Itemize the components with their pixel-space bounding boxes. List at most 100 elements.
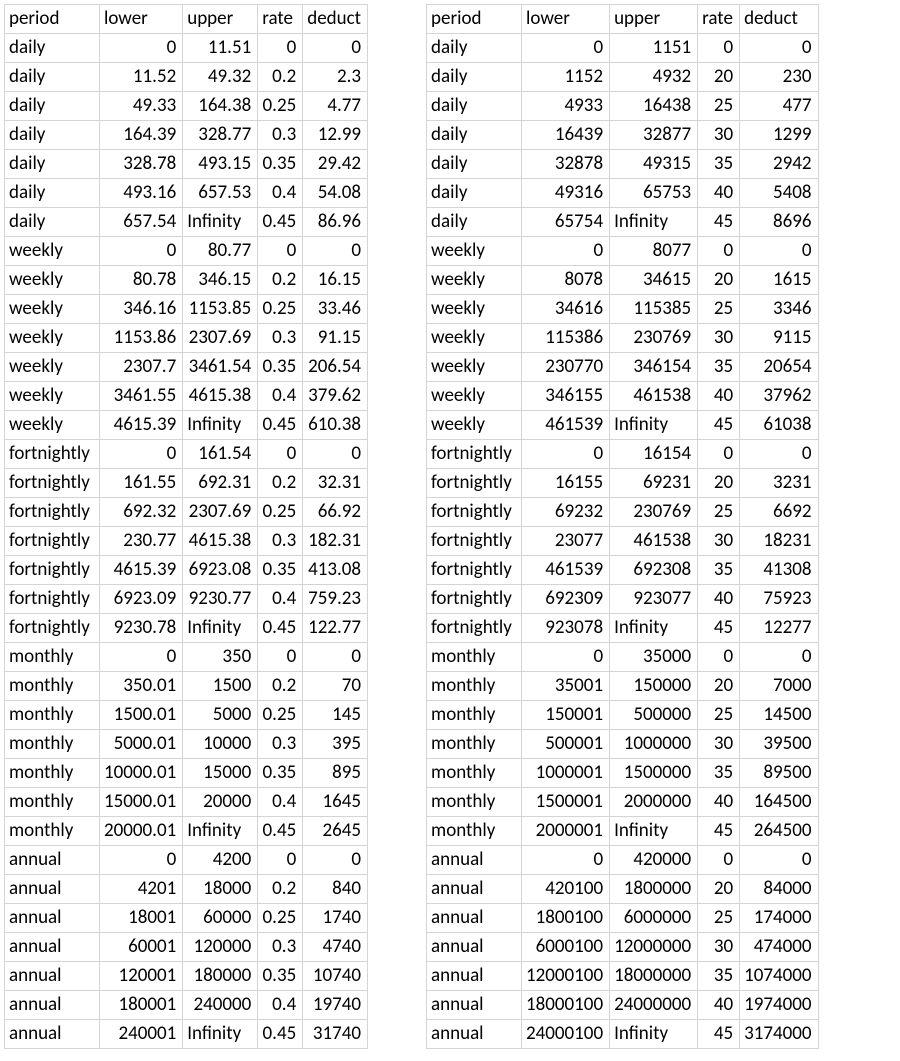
table-row: daily328.78493.150.3529.42	[5, 150, 368, 179]
table-row: monthly10000.01150000.35895	[5, 759, 368, 788]
table-cell: 230769	[610, 498, 698, 527]
table-cell: fortnightly	[427, 440, 522, 469]
table-cell: 328.77	[183, 121, 258, 150]
table-cell: 0.4	[258, 788, 303, 817]
table-row: weekly080.7700	[5, 237, 368, 266]
table-row: monthly035000	[5, 643, 368, 672]
table-cell: 32.31	[303, 469, 368, 498]
table-cell: 0	[303, 34, 368, 63]
table-cell: monthly	[427, 788, 522, 817]
table-cell: 1645	[303, 788, 368, 817]
table-row: fortnightly692.322307.690.2566.92	[5, 498, 368, 527]
table-cell: 35	[698, 556, 740, 585]
table-cell: 461539	[522, 556, 610, 585]
table-cell: daily	[427, 208, 522, 237]
table-cell: 40	[698, 788, 740, 817]
table-cell: monthly	[5, 788, 100, 817]
table-cell: 2000001	[522, 817, 610, 846]
table-cell: 6923.08	[183, 556, 258, 585]
table-cell: annual	[5, 904, 100, 933]
table-cell: 25	[698, 498, 740, 527]
table-cell: fortnightly	[5, 469, 100, 498]
table-cell: 346154	[610, 353, 698, 382]
table-cell: 120001	[100, 962, 183, 991]
table-cell: 14500	[740, 701, 818, 730]
table-cell: 9230.77	[183, 585, 258, 614]
table-cell: 0	[100, 237, 183, 266]
table-cell: 35	[698, 150, 740, 179]
table-cell: daily	[427, 121, 522, 150]
header-cell: lower	[522, 5, 610, 34]
table-cell: 45	[698, 614, 740, 643]
table-cell: fortnightly	[5, 556, 100, 585]
table-cell: 4615.38	[183, 527, 258, 556]
table-cell: 8078	[522, 266, 610, 295]
table-cell: 6000000	[610, 904, 698, 933]
table-cell: 230770	[522, 353, 610, 382]
table-cell: 45	[698, 208, 740, 237]
table-cell: 30	[698, 121, 740, 150]
table-cell: 0	[303, 846, 368, 875]
table-cell: 6000100	[522, 933, 610, 962]
table-cell: 20	[698, 63, 740, 92]
table-row: annual1800100600000025174000	[427, 904, 819, 933]
table-row: monthly1500.0150000.25145	[5, 701, 368, 730]
table-cell: 11.52	[100, 63, 183, 92]
table-cell: 4615.39	[100, 556, 183, 585]
table-cell: 3346	[740, 295, 818, 324]
table-cell: monthly	[5, 817, 100, 846]
table-cell: 4200	[183, 846, 258, 875]
table-cell: 346155	[522, 382, 610, 411]
table-cell: 49316	[522, 179, 610, 208]
table-cell: 0	[100, 440, 183, 469]
table-row: weekly115386230769309115	[427, 324, 819, 353]
table-row: daily1643932877301299	[427, 121, 819, 150]
table-cell: 0	[258, 440, 303, 469]
table-cell: 4.77	[303, 92, 368, 121]
table-cell: 10000	[183, 730, 258, 759]
table-cell: 3174000	[740, 1020, 818, 1049]
table-cell: annual	[5, 875, 100, 904]
table-cell: monthly	[5, 759, 100, 788]
table-cell: 5408	[740, 179, 818, 208]
table-cell: 461538	[610, 382, 698, 411]
table-cell: 230.77	[100, 527, 183, 556]
table-cell: 1074000	[740, 962, 818, 991]
table-cell: 45	[698, 1020, 740, 1049]
table-cell: 40	[698, 382, 740, 411]
table-cell: Infinity	[610, 208, 698, 237]
table-cell: monthly	[427, 730, 522, 759]
table-cell: 1500.01	[100, 701, 183, 730]
table-row: fortnightly6923099230774075923	[427, 585, 819, 614]
table-row: annual4201180000.2840	[5, 875, 368, 904]
table-cell: 0	[698, 237, 740, 266]
table-cell: 18001	[100, 904, 183, 933]
table-cell: 0	[258, 643, 303, 672]
table-cell: 20000.01	[100, 817, 183, 846]
table-cell: monthly	[427, 817, 522, 846]
table-cell: 12.99	[303, 121, 368, 150]
table-cell: 610.38	[303, 411, 368, 440]
table-cell: 33.46	[303, 295, 368, 324]
table-cell: fortnightly	[5, 527, 100, 556]
table-cell: 23077	[522, 527, 610, 556]
table-cell: 0.4	[258, 991, 303, 1020]
table-cell: 12000000	[610, 933, 698, 962]
table-cell: Infinity	[183, 1020, 258, 1049]
table-cell: Infinity	[183, 614, 258, 643]
table-cell: 0	[303, 440, 368, 469]
table-cell: 1152	[522, 63, 610, 92]
table-cell: 0	[258, 846, 303, 875]
table-row: weekly80.78346.150.216.15	[5, 266, 368, 295]
table-cell: 60000	[183, 904, 258, 933]
table-cell: 16.15	[303, 266, 368, 295]
table-cell: 0	[740, 237, 818, 266]
table-cell: 161.54	[183, 440, 258, 469]
table-cell: 35	[698, 353, 740, 382]
table-cell: weekly	[427, 266, 522, 295]
table-cell: 0	[698, 34, 740, 63]
table-cell: 25	[698, 92, 740, 121]
table-cell: daily	[427, 179, 522, 208]
table-cell: 0.35	[258, 962, 303, 991]
header-cell: upper	[610, 5, 698, 34]
